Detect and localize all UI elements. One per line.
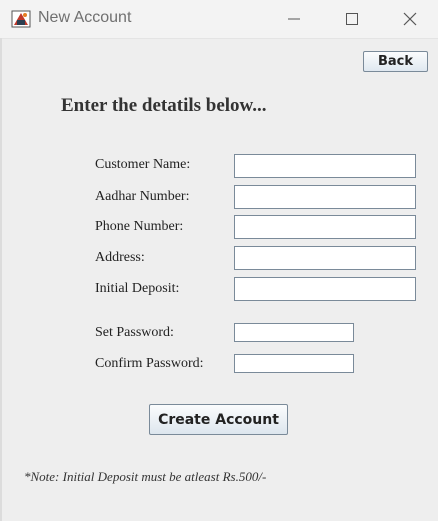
initial-deposit-label: Initial Deposit:: [95, 281, 180, 296]
deposit-note: *Note: Initial Deposit must be atleast R…: [24, 469, 267, 484]
minimize-icon: [288, 13, 300, 25]
customer-name-field[interactable]: [234, 154, 416, 178]
address-field[interactable]: [234, 246, 416, 270]
java-app-icon: [11, 9, 31, 29]
window-title: New Account: [38, 9, 132, 26]
set-password-field[interactable]: [234, 323, 354, 342]
phone-number-label: Phone Number:: [95, 219, 184, 234]
aadhar-number-field[interactable]: [234, 185, 416, 209]
maximize-icon: [346, 13, 358, 25]
form-heading: Enter the detatils below...: [61, 95, 267, 116]
phone-number-field[interactable]: [234, 215, 416, 239]
confirm-password-label: Confirm Password:: [95, 356, 204, 371]
set-password-label: Set Password:: [95, 325, 174, 340]
maximize-button[interactable]: [329, 0, 375, 38]
confirm-password-field[interactable]: [234, 354, 354, 373]
close-icon: [403, 12, 417, 26]
close-button[interactable]: [387, 0, 433, 38]
initial-deposit-field[interactable]: [234, 277, 416, 301]
back-button[interactable]: Back: [363, 51, 428, 72]
create-account-button[interactable]: Create Account: [149, 404, 288, 435]
address-label: Address:: [95, 250, 145, 265]
aadhar-number-label: Aadhar Number:: [95, 189, 190, 204]
title-bar: New Account: [0, 0, 438, 39]
customer-name-label: Customer Name:: [95, 157, 191, 172]
window-frame-left: [0, 38, 2, 521]
minimize-button[interactable]: [271, 0, 317, 38]
